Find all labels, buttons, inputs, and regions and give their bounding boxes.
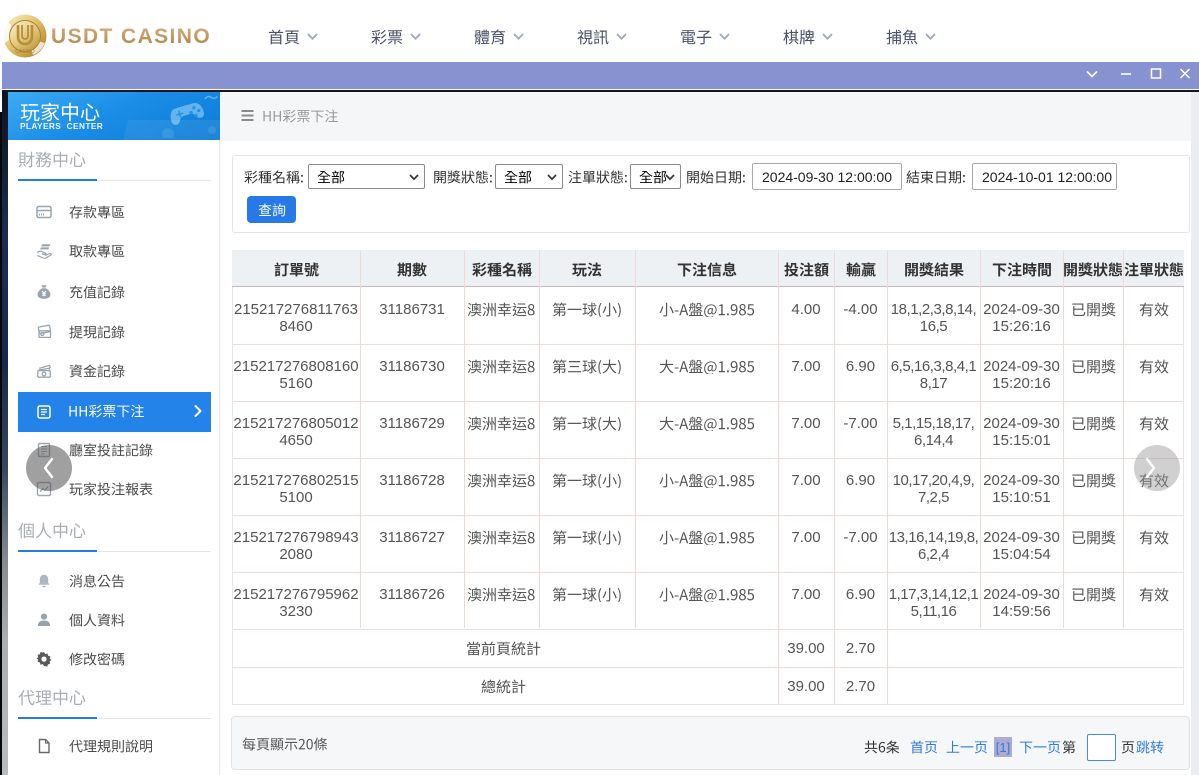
svg-text:CASINO: CASINO: [15, 49, 34, 55]
